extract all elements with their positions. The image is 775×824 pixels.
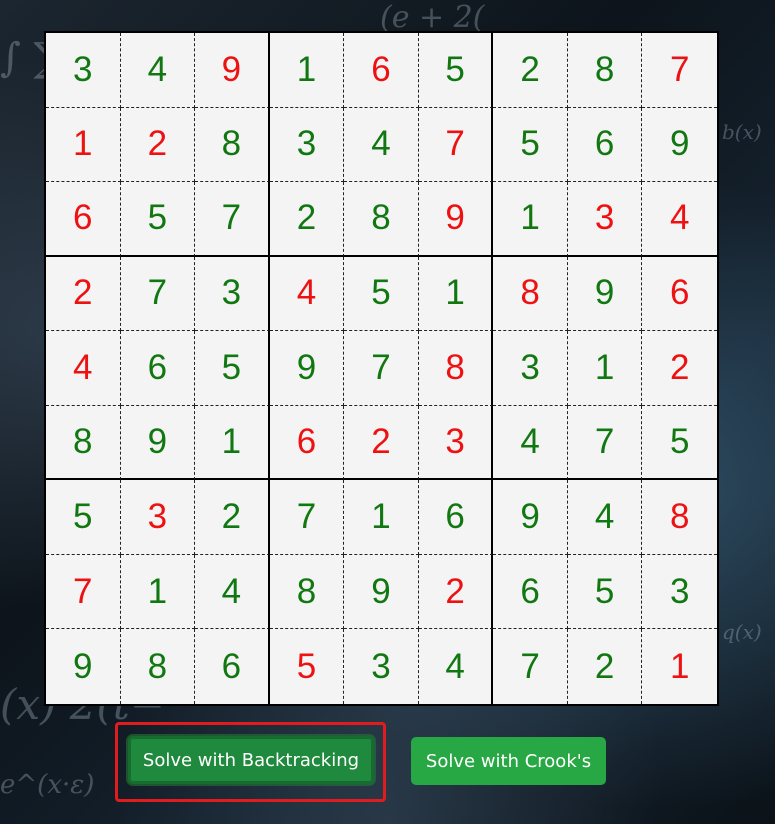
sudoku-cell[interactable]: 6 [418, 480, 494, 555]
sudoku-cell[interactable]: 8 [121, 629, 196, 704]
sudoku-cell[interactable]: 7 [120, 256, 196, 332]
sudoku-cell[interactable]: 6 [120, 331, 196, 406]
sudoku-cell[interactable]: 7 [344, 331, 419, 406]
sudoku-cell[interactable]: 4 [46, 331, 121, 406]
sudoku-cell[interactable]: 8 [46, 405, 121, 481]
sudoku-cell[interactable]: 4 [642, 182, 717, 257]
sudoku-cell[interactable]: 5 [567, 554, 643, 630]
sudoku-cell[interactable]: 7 [269, 480, 345, 555]
sudoku-cell[interactable]: 5 [493, 107, 568, 183]
sudoku-cell[interactable]: 5 [46, 480, 121, 555]
sudoku-cell[interactable]: 6 [642, 257, 717, 332]
sudoku-cell[interactable]: 1 [46, 107, 121, 183]
sudoku-cell[interactable]: 3 [493, 331, 568, 406]
sudoku-cell[interactable]: 8 [493, 256, 568, 332]
sudoku-cell[interactable]: 2 [46, 256, 121, 332]
sudoku-cell[interactable]: 3 [567, 182, 643, 257]
sudoku-cell[interactable]: 3 [120, 480, 196, 555]
sudoku-cell[interactable]: 4 [567, 480, 643, 555]
sudoku-cell[interactable]: 2 [344, 405, 419, 481]
sudoku-cell[interactable]: 3 [46, 33, 121, 108]
solve-crooks-button[interactable]: Solve with Crook's [411, 737, 606, 785]
sudoku-cell[interactable]: 2 [269, 182, 345, 257]
sudoku-cell[interactable]: 9 [642, 108, 717, 183]
sudoku-cell[interactable]: 4 [344, 107, 419, 183]
background-formula-decoration: e^(x·ε) [0, 770, 95, 800]
sudoku-cell[interactable]: 9 [120, 405, 196, 481]
sudoku-cell[interactable]: 9 [567, 256, 643, 332]
sudoku-cell[interactable]: 1 [120, 554, 196, 630]
sudoku-cell[interactable]: 1 [642, 629, 717, 704]
sudoku-cell[interactable]: 5 [195, 331, 270, 406]
sudoku-cell[interactable]: 8 [642, 480, 717, 555]
sudoku-cell[interactable]: 7 [567, 405, 643, 481]
sudoku-cell[interactable]: 7 [642, 33, 717, 108]
sudoku-cell[interactable]: 2 [642, 331, 717, 406]
sudoku-cell[interactable]: 4 [493, 405, 568, 481]
sudoku-cell[interactable]: 2 [568, 629, 643, 704]
sudoku-cell[interactable]: 5 [344, 256, 419, 332]
sudoku-cell[interactable]: 9 [269, 331, 345, 406]
sudoku-cell[interactable]: 8 [344, 182, 419, 257]
sudoku-cell[interactable]: 7 [493, 629, 568, 704]
sudoku-cell[interactable]: 1 [344, 480, 419, 555]
sudoku-cell[interactable]: 9 [493, 480, 568, 555]
sudoku-cell[interactable]: 5 [120, 182, 196, 257]
solve-backtracking-button[interactable]: Solve with Backtracking [128, 736, 374, 784]
sudoku-cell[interactable]: 8 [418, 331, 494, 406]
sudoku-cell[interactable]: 6 [493, 554, 568, 630]
sudoku-cell[interactable]: 1 [195, 405, 270, 481]
background-formula-decoration: (e + 2( [380, 0, 485, 35]
sudoku-cell[interactable]: 3 [642, 555, 717, 630]
sudoku-cell[interactable]: 2 [493, 33, 568, 108]
sudoku-cell[interactable]: 9 [46, 629, 121, 704]
sudoku-cell[interactable]: 9 [195, 33, 270, 108]
sudoku-cell[interactable]: 6 [567, 107, 643, 183]
background-formula-decoration: q(x) [722, 620, 762, 644]
sudoku-cell[interactable]: 2 [195, 480, 270, 555]
sudoku-cell[interactable]: 6 [344, 33, 419, 108]
sudoku-cell[interactable]: 7 [195, 182, 270, 257]
sudoku-cell[interactable]: 1 [269, 33, 345, 108]
sudoku-board: 3491652871283475696572891342734518964659… [44, 31, 719, 706]
sudoku-cell[interactable]: 6 [269, 405, 345, 481]
sudoku-cell[interactable]: 1 [567, 331, 643, 406]
sudoku-cell[interactable]: 4 [120, 33, 196, 108]
sudoku-cell[interactable]: 1 [493, 182, 568, 257]
sudoku-cell[interactable]: 4 [195, 554, 270, 630]
sudoku-cell[interactable]: 8 [567, 33, 643, 108]
sudoku-cell[interactable]: 4 [419, 629, 494, 704]
sudoku-cell[interactable]: 6 [195, 629, 270, 704]
sudoku-cell[interactable]: 5 [418, 33, 494, 108]
sudoku-cell[interactable]: 9 [344, 554, 419, 630]
background-formula-decoration: b(x) [722, 120, 762, 144]
sudoku-cell[interactable]: 3 [269, 107, 345, 183]
sudoku-cell[interactable]: 3 [418, 405, 494, 481]
sudoku-cell[interactable]: 8 [269, 554, 345, 630]
sudoku-cell[interactable]: 8 [195, 107, 270, 183]
sudoku-cell[interactable]: 5 [642, 406, 717, 481]
sudoku-cell[interactable]: 4 [269, 256, 345, 332]
sudoku-cell[interactable]: 6 [46, 182, 121, 257]
sudoku-cell[interactable]: 2 [418, 554, 494, 630]
sudoku-cell[interactable]: 5 [270, 629, 345, 704]
sudoku-cell[interactable]: 1 [418, 256, 494, 332]
sudoku-cell[interactable]: 7 [418, 107, 494, 183]
sudoku-cell[interactable]: 2 [120, 107, 196, 183]
sudoku-cell[interactable]: 3 [195, 256, 270, 332]
sudoku-cell[interactable]: 7 [46, 554, 121, 630]
sudoku-cell[interactable]: 9 [418, 182, 494, 257]
sudoku-cell[interactable]: 3 [344, 629, 419, 704]
